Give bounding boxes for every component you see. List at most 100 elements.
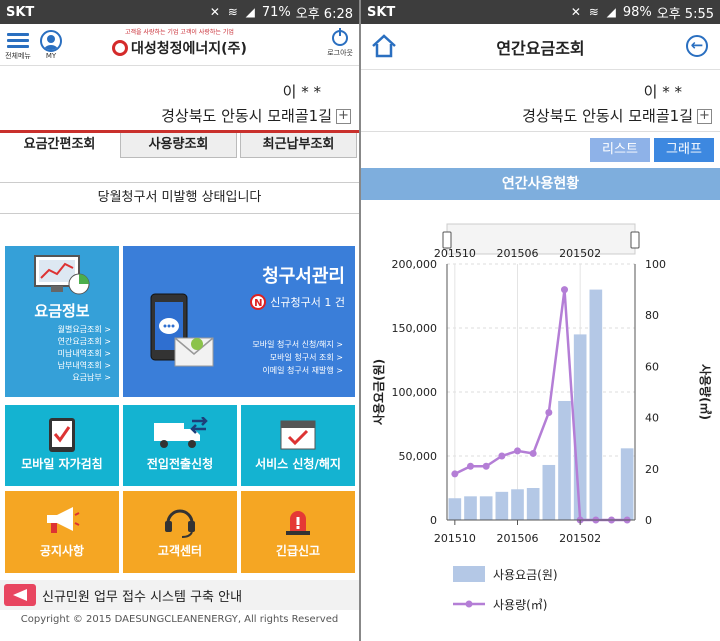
y-tick-label: 150,000 <box>392 322 438 335</box>
list-view-button[interactable]: 리스트 <box>590 138 650 162</box>
address-expand-button[interactable]: + <box>697 108 712 124</box>
navigator-label: 201502 <box>559 247 601 260</box>
fee-bar <box>495 491 509 520</box>
y2-tick-label: 60 <box>645 360 659 373</box>
battery-level: 71% <box>261 4 291 20</box>
fee-bar <box>542 464 556 520</box>
home-icon[interactable] <box>371 34 397 58</box>
customer-center-tile[interactable]: 고객센터 <box>123 491 237 573</box>
emergency-report-title: 긴급신고 <box>275 544 321 558</box>
link-unpaid[interactable]: 미납내역조회 > <box>58 348 111 360</box>
phone-mail-icon <box>150 293 214 367</box>
all-menu-label: 전체메뉴 <box>5 51 31 60</box>
legend-label-fee: 사용요금(원) <box>493 568 558 582</box>
logout-button[interactable]: 로그아웃 <box>327 28 353 58</box>
range-handle-left <box>442 231 452 249</box>
fee-bar <box>573 334 587 520</box>
copyright-footer: Copyright © 2015 DAESUNGCLEANENERGY, All… <box>20 614 339 625</box>
brand-slogan: 고객을 사랑하는 기업 고객이 사랑하는 기업 <box>124 29 234 36</box>
fee-info-tile[interactable]: 요금정보 월별요금조회 > 연간요금조회 > 미납내역조회 > 납부내역조회 >… <box>5 246 119 397</box>
navigator-label: 201510 <box>434 247 476 260</box>
my-label: MY <box>45 51 57 60</box>
customer-info: 이 * * 경상북도 안동시 모래골1길 + <box>0 66 359 130</box>
brand-name: 대성청정에너지(주) <box>131 41 247 57</box>
usage-point <box>514 447 521 455</box>
usage-point <box>482 462 490 470</box>
back-arrow-icon[interactable]: ← <box>686 35 708 57</box>
customer-info: 이 * * 경상북도 안동시 모래골1길 + <box>361 70 720 132</box>
y-axis-title: 사용요금(원) <box>371 359 386 425</box>
y2-tick-label: 80 <box>645 309 659 322</box>
notice-ticker[interactable]: 신규민원 업무 접수 시스템 구축 안내 <box>0 580 359 610</box>
inquiry-tabs: 요금간편조회 사용량조회 최근납부조회 <box>0 130 359 158</box>
status-bar: SKT ✕ ≋ ◢ 98% 오후 5:55 <box>361 0 720 24</box>
section-title: 연간사용현황 <box>361 168 720 200</box>
all-menu-button[interactable]: 전체메뉴 <box>0 29 36 61</box>
legend-swatch-fee <box>453 566 485 582</box>
tablet-check-icon <box>49 418 75 452</box>
link-email-bill-reissue[interactable]: 이메일 청구서 재발행 > <box>252 364 343 377</box>
link-mobile-bill-apply[interactable]: 모바일 청구서 신청/해지 > <box>252 338 343 351</box>
y2-tick-label: 40 <box>645 412 659 425</box>
page-header: 연간요금조회 ← <box>361 24 720 70</box>
battery-level: 98% <box>622 4 652 20</box>
customer-name: 이 * * <box>643 83 682 101</box>
y-tick-label: 0 <box>430 514 437 527</box>
hamburger-icon <box>7 32 29 48</box>
customer-name: 이 * * <box>282 83 321 101</box>
link-annual-fee[interactable]: 연간요금조회 > <box>58 336 111 348</box>
move-in-out-title: 전입전출신청 <box>146 457 214 471</box>
link-pay-fee[interactable]: 요금납부 > <box>58 372 111 384</box>
link-payment-history[interactable]: 납부내역조회 > <box>58 360 111 372</box>
customer-center-title: 고객센터 <box>157 544 203 558</box>
usage-point <box>467 462 474 470</box>
mobile-self-reading-title: 모바일 자가검침 <box>21 457 103 471</box>
screenshot: SKT ✕ ≋ ◢ 71% 오후 6:28 전체메뉴 MY 고객을 사랑하는 기… <box>0 0 720 641</box>
tab-recent-payment[interactable]: 최근납부조회 <box>240 133 357 158</box>
logout-label: 로그아웃 <box>327 49 353 57</box>
move-in-out-tile[interactable]: 전입전출신청 <box>123 405 237 486</box>
link-mobile-bill-view[interactable]: 모바일 청구서 조회 > <box>252 351 343 364</box>
headset-icon <box>165 509 195 538</box>
brand-logo[interactable]: 고객을 사랑하는 기업 고객이 사랑하는 기업 대성청정에너지(주) <box>112 27 247 58</box>
range-handle-right <box>630 231 640 249</box>
my-button[interactable]: MY <box>38 29 64 60</box>
signal-icons: ✕ ≋ ◢ <box>570 5 618 19</box>
graph-view-button[interactable]: 그래프 <box>654 138 714 162</box>
notice-title: 공지사항 <box>39 544 85 558</box>
customer-address: 경상북도 안동시 모래골1길 <box>161 107 332 125</box>
usage-point <box>498 452 506 460</box>
page-title: 연간요금조회 <box>496 38 585 58</box>
status-bar: SKT ✕ ≋ ◢ 71% 오후 6:28 <box>0 0 359 24</box>
fee-bar <box>511 489 524 520</box>
y2-tick-label: 20 <box>645 463 659 476</box>
fee-info-title: 요금정보 <box>34 302 90 320</box>
y-tick-label: 100,000 <box>392 386 438 399</box>
monitor-chart-icon <box>34 255 90 295</box>
power-icon <box>332 28 349 46</box>
emergency-report-tile[interactable]: 긴급신고 <box>241 491 355 573</box>
bill-management-tile[interactable]: 청구서관리 N 신규청구서 1 건 모바일 청구서 신청/해지 > 모바일 청구… <box>123 246 355 397</box>
usage-point <box>529 449 537 457</box>
fee-bar <box>464 496 477 520</box>
notice-tile[interactable]: 공지사항 <box>5 491 119 573</box>
usage-point <box>545 408 553 416</box>
x-tick-label: 201506 <box>497 532 539 545</box>
mobile-self-reading-tile[interactable]: 모바일 자가검침 <box>5 405 119 486</box>
service-apply-tile[interactable]: 서비스 신청/해지 <box>241 405 355 486</box>
new-bill-count[interactable]: N 신규청구서 1 건 <box>250 294 345 310</box>
megaphone-icon <box>47 507 80 533</box>
fee-bar <box>620 448 634 520</box>
tab-usage[interactable]: 사용량조회 <box>120 133 237 158</box>
fee-bar <box>526 488 540 520</box>
link-monthly-fee[interactable]: 월별요금조회 > <box>58 324 111 336</box>
siren-icon <box>286 511 310 535</box>
clock: 오후 6:28 <box>295 6 353 22</box>
new-badge: N <box>250 294 267 310</box>
fee-bar <box>589 289 603 520</box>
tab-simple-fee[interactable]: 요금간편조회 <box>2 133 117 158</box>
legend-marker-usage <box>465 600 473 608</box>
x-tick-label: 201510 <box>434 532 476 545</box>
address-expand-button[interactable]: + <box>336 108 351 124</box>
navigator-label: 201506 <box>497 247 539 260</box>
